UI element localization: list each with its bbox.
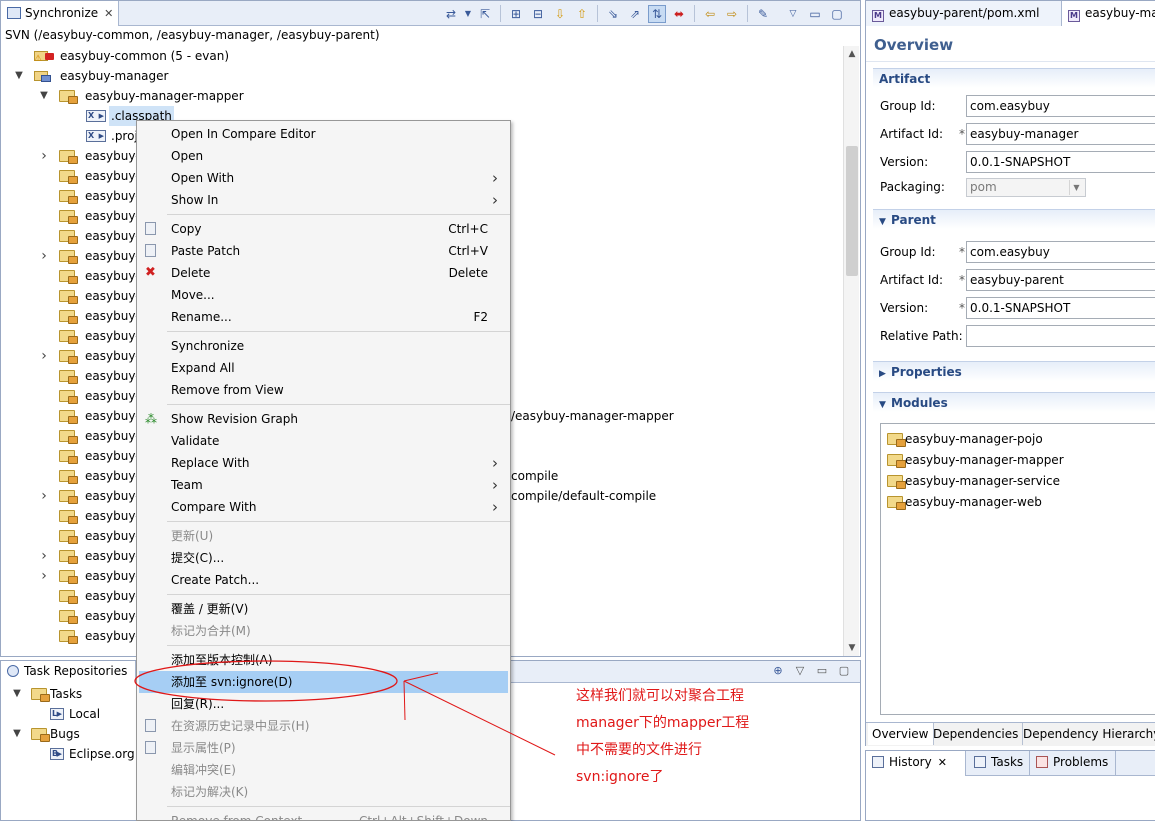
annotation-line: svn:ignore了 [576, 769, 664, 785]
annotation-ellipse [134, 660, 398, 702]
annotation-note: 这样我们就可以对聚合工程 manager下的mapper工程 中不需要的文件进行… [576, 683, 796, 791]
annotation-arrow-head [403, 680, 406, 721]
annotation-line: 中不需要的文件进行 [576, 742, 702, 758]
annotation-line: manager下的mapper工程 [576, 715, 750, 731]
annotation-arrow-head [403, 672, 439, 682]
annotation-arrow-line [403, 680, 556, 756]
annotation-line: 这样我们就可以对聚合工程 [576, 688, 744, 704]
